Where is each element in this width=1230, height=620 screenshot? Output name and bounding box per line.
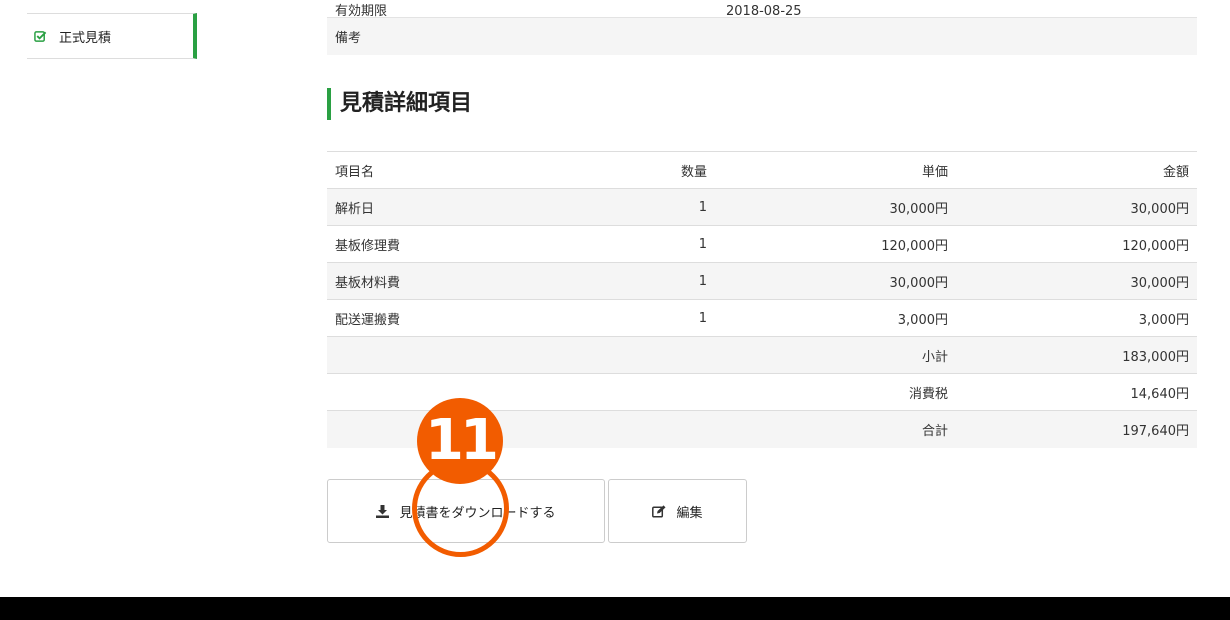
summary-label: 消費税 bbox=[715, 373, 956, 411]
annotation-step-badge: 11 bbox=[417, 398, 503, 484]
cell-quantity: 1 bbox=[557, 299, 715, 337]
cell-amount: 30,000円 bbox=[956, 262, 1197, 300]
summary-value: 14,640円 bbox=[956, 373, 1197, 411]
edit-icon bbox=[652, 504, 666, 518]
detail-label: 備考 bbox=[335, 31, 362, 46]
cell-amount: 3,000円 bbox=[956, 299, 1197, 337]
cell-amount: 30,000円 bbox=[956, 188, 1197, 226]
sidebar: 正式見積 bbox=[27, 13, 197, 59]
cell-quantity: 1 bbox=[557, 225, 715, 263]
summary-row-subtotal: 小計 183,000円 bbox=[327, 336, 1197, 374]
table-row: 配送運搬費 1 3,000円 3,000円 bbox=[327, 299, 1197, 337]
cell-item-name: 基板材料費 bbox=[327, 262, 557, 300]
table-row: 基板修理費 1 120,000円 120,000円 bbox=[327, 225, 1197, 263]
main-content: 有効期限 2018-08-25 備考 見積詳細項目 項目名 数量 単価 金額 解… bbox=[327, 0, 1197, 448]
detail-value: 2018-08-25 bbox=[726, 4, 802, 18]
column-header-quantity: 数量 bbox=[557, 151, 715, 189]
edit-button-label: 編集 bbox=[676, 505, 703, 521]
check-square-icon bbox=[34, 30, 47, 42]
cell-item-name: 解析日 bbox=[327, 188, 557, 226]
cell-amount: 120,000円 bbox=[956, 225, 1197, 263]
footer-bar bbox=[0, 597, 1230, 620]
sidebar-item-formal-estimate[interactable]: 正式見積 bbox=[27, 13, 197, 59]
column-header-unit-price: 単価 bbox=[715, 151, 956, 189]
cell-unit-price: 120,000円 bbox=[715, 225, 956, 263]
edit-button[interactable]: 編集 bbox=[608, 479, 747, 543]
cell-unit-price: 30,000円 bbox=[715, 188, 956, 226]
table-header-row: 項目名 数量 単価 金額 bbox=[327, 151, 1197, 189]
table-row: 解析日 1 30,000円 30,000円 bbox=[327, 188, 1197, 226]
cell-unit-price: 3,000円 bbox=[715, 299, 956, 337]
cell-quantity: 1 bbox=[557, 188, 715, 226]
cell-item-name: 配送運搬費 bbox=[327, 299, 557, 337]
sidebar-item-label: 正式見積 bbox=[59, 30, 112, 46]
column-header-amount: 金額 bbox=[956, 151, 1197, 189]
summary-value: 183,000円 bbox=[956, 336, 1197, 374]
summary-label: 合計 bbox=[715, 410, 956, 448]
detail-row-expiry: 有効期限 2018-08-25 bbox=[327, 0, 1197, 18]
cell-unit-price: 30,000円 bbox=[715, 262, 956, 300]
cell-quantity: 1 bbox=[557, 262, 715, 300]
table-row: 基板材料費 1 30,000円 30,000円 bbox=[327, 262, 1197, 300]
summary-label: 小計 bbox=[715, 336, 956, 374]
cell-item-name: 基板修理費 bbox=[327, 225, 557, 263]
detail-label: 有効期限 bbox=[335, 4, 388, 18]
detail-row-remarks: 備考 bbox=[327, 18, 1197, 55]
column-header-item-name: 項目名 bbox=[327, 151, 557, 189]
summary-value: 197,640円 bbox=[956, 410, 1197, 448]
download-icon bbox=[376, 504, 390, 518]
section-title: 見積詳細項目 bbox=[327, 88, 472, 120]
